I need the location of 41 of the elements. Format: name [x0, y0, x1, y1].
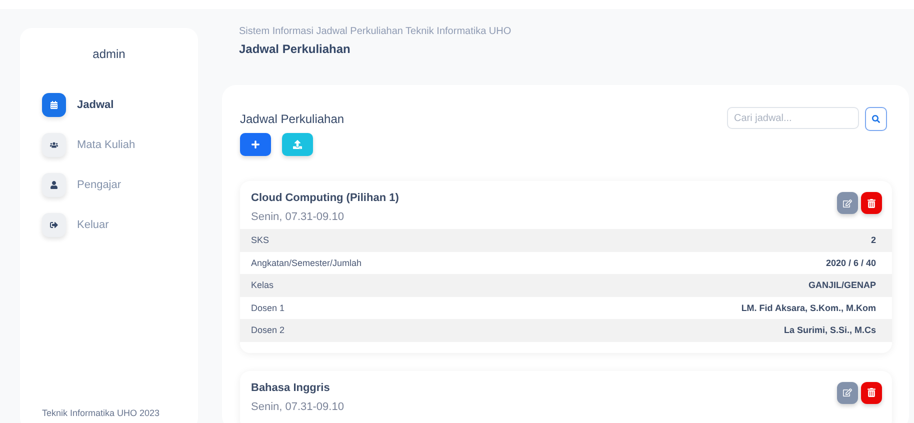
search-icon [872, 115, 880, 123]
edit-icon [843, 198, 852, 208]
trash-icon [867, 388, 876, 397]
delete-button[interactable] [861, 382, 882, 404]
upload-icon [293, 140, 302, 149]
panel-title: Jadwal Perkuliahan [240, 112, 344, 126]
detail-label: Dosen 2 [251, 325, 285, 336]
course-name: Cloud Computing (Pilihan 1) [251, 192, 399, 204]
detail-value: La Surimi, S.Si., M.Cs [784, 325, 876, 336]
nav-item[interactable]: Pengajar [42, 173, 198, 197]
users-icon [42, 133, 66, 157]
plus-icon [251, 140, 260, 149]
add-button[interactable] [240, 133, 271, 156]
footer-text: Teknik Informatika UHO 2023 [42, 408, 161, 418]
detail-label: Kelas [251, 280, 274, 290]
trash-icon [867, 198, 876, 208]
app-subtitle: Sistem Informasi Jadwal Perkuliahan Teknik Informatika UHO [239, 26, 512, 37]
edit-button[interactable] [837, 382, 858, 404]
nav-item[interactable]: Jadwal [42, 93, 198, 117]
detail-value: 2 [870, 235, 876, 246]
delete-button[interactable] [861, 192, 882, 214]
course-time: Senin, 07.31-09.10 [251, 211, 345, 223]
detail-value: GANJIL/GENAP [808, 280, 876, 290]
course-time: Senin, 07.31-09.10 [251, 400, 344, 412]
edit-button[interactable] [837, 192, 858, 214]
search-field[interactable]: Cari jadwal... [727, 107, 859, 129]
edit-icon [843, 388, 852, 397]
detail-value: LM. Fid Aksara, S.Kom., M.Kom [741, 302, 876, 313]
detail-label: Dosen 1 [251, 302, 285, 313]
nav-item[interactable]: Mata Kuliah [42, 133, 198, 157]
logout-icon [42, 213, 66, 237]
page-title: Jadwal Perkuliahan [239, 42, 352, 56]
detail-value: 2020 / 6 / 40 [826, 258, 876, 268]
user-name: admin [92, 47, 126, 61]
nav-item[interactable]: Keluar [42, 213, 198, 237]
detail-label: SKS [251, 235, 270, 246]
search-button[interactable] [865, 107, 887, 131]
course-name: Bahasa Inggris [251, 382, 331, 394]
calendar-icon [42, 93, 66, 117]
user-icon [42, 173, 66, 197]
detail-label: Angkatan/Semester/Jumlah [251, 258, 362, 268]
